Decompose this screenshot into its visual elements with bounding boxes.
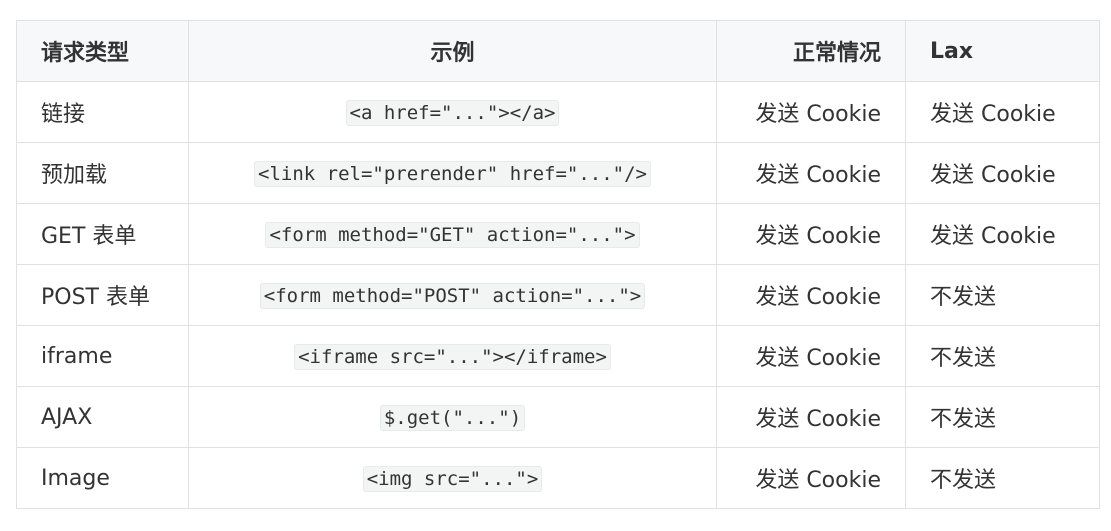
cell-example: <a href="..."></a> xyxy=(188,81,717,143)
cell-request-type: iframe xyxy=(16,325,189,387)
cell-request-type: AJAX xyxy=(16,386,189,448)
cell-normal: 发送 Cookie xyxy=(716,81,906,143)
cell-request-type: 预加载 xyxy=(16,142,189,204)
table-row: GET 表单 <form method="GET" action="..."> … xyxy=(16,203,1100,265)
table-row: AJAX $.get("...") 发送 Cookie 不发送 xyxy=(16,386,1100,448)
cell-request-type: Image xyxy=(16,447,189,509)
example-code: $.get("...") xyxy=(379,404,526,431)
example-code: <a href="..."></a> xyxy=(345,99,560,126)
cell-lax: 不发送 xyxy=(905,447,1100,509)
cell-request-type: POST 表单 xyxy=(16,264,189,326)
cell-lax: 发送 Cookie xyxy=(905,81,1100,143)
cell-example: <img src="..."> xyxy=(188,447,717,509)
cell-lax: 发送 Cookie xyxy=(905,142,1100,204)
cell-lax: 不发送 xyxy=(905,386,1100,448)
header-lax: Lax xyxy=(905,20,1100,82)
example-code: <iframe src="..."></iframe> xyxy=(294,343,611,370)
cell-example: <iframe src="..."></iframe> xyxy=(188,325,717,387)
table-row: 链接 <a href="..."></a> 发送 Cookie 发送 Cooki… xyxy=(16,81,1100,143)
header-normal: 正常情况 xyxy=(716,20,906,82)
cell-request-type: 链接 xyxy=(16,81,189,143)
table-header: 请求类型 示例 正常情况 Lax xyxy=(16,20,1100,82)
example-code: <img src="..."> xyxy=(362,465,543,492)
header-row: 请求类型 示例 正常情况 Lax xyxy=(16,20,1100,82)
cell-example: <form method="POST" action="..."> xyxy=(188,264,717,326)
header-example: 示例 xyxy=(188,20,717,82)
table-row: 预加载 <link rel="prerender" href="..."/> 发… xyxy=(16,142,1100,204)
cell-normal: 发送 Cookie xyxy=(716,447,906,509)
cell-normal: 发送 Cookie xyxy=(716,203,906,265)
table-row: POST 表单 <form method="POST" action="..."… xyxy=(16,264,1100,326)
cell-normal: 发送 Cookie xyxy=(716,386,906,448)
cell-normal: 发送 Cookie xyxy=(716,264,906,326)
cell-normal: 发送 Cookie xyxy=(716,325,906,387)
example-code: <form method="GET" action="..."> xyxy=(265,221,640,248)
cell-lax: 不发送 xyxy=(905,325,1100,387)
samesite-table-container: 请求类型 示例 正常情况 Lax 链接 <a href="..."></a> 发… xyxy=(16,20,1100,509)
cell-lax: 发送 Cookie xyxy=(905,203,1100,265)
cell-request-type: GET 表单 xyxy=(16,203,189,265)
cell-normal: 发送 Cookie xyxy=(716,142,906,204)
cell-example: <link rel="prerender" href="..."/> xyxy=(188,142,717,204)
table-body: 链接 <a href="..."></a> 发送 Cookie 发送 Cooki… xyxy=(16,81,1100,509)
cell-example: $.get("...") xyxy=(188,386,717,448)
example-code: <link rel="prerender" href="..."/> xyxy=(254,160,651,187)
example-code: <form method="POST" action="..."> xyxy=(259,282,646,309)
table-row: Image <img src="..."> 发送 Cookie 不发送 xyxy=(16,447,1100,509)
cell-lax: 不发送 xyxy=(905,264,1100,326)
header-request-type: 请求类型 xyxy=(16,20,189,82)
cell-example: <form method="GET" action="..."> xyxy=(188,203,717,265)
table-row: iframe <iframe src="..."></iframe> 发送 Co… xyxy=(16,325,1100,387)
samesite-cookie-table: 请求类型 示例 正常情况 Lax 链接 <a href="..."></a> 发… xyxy=(16,20,1100,509)
